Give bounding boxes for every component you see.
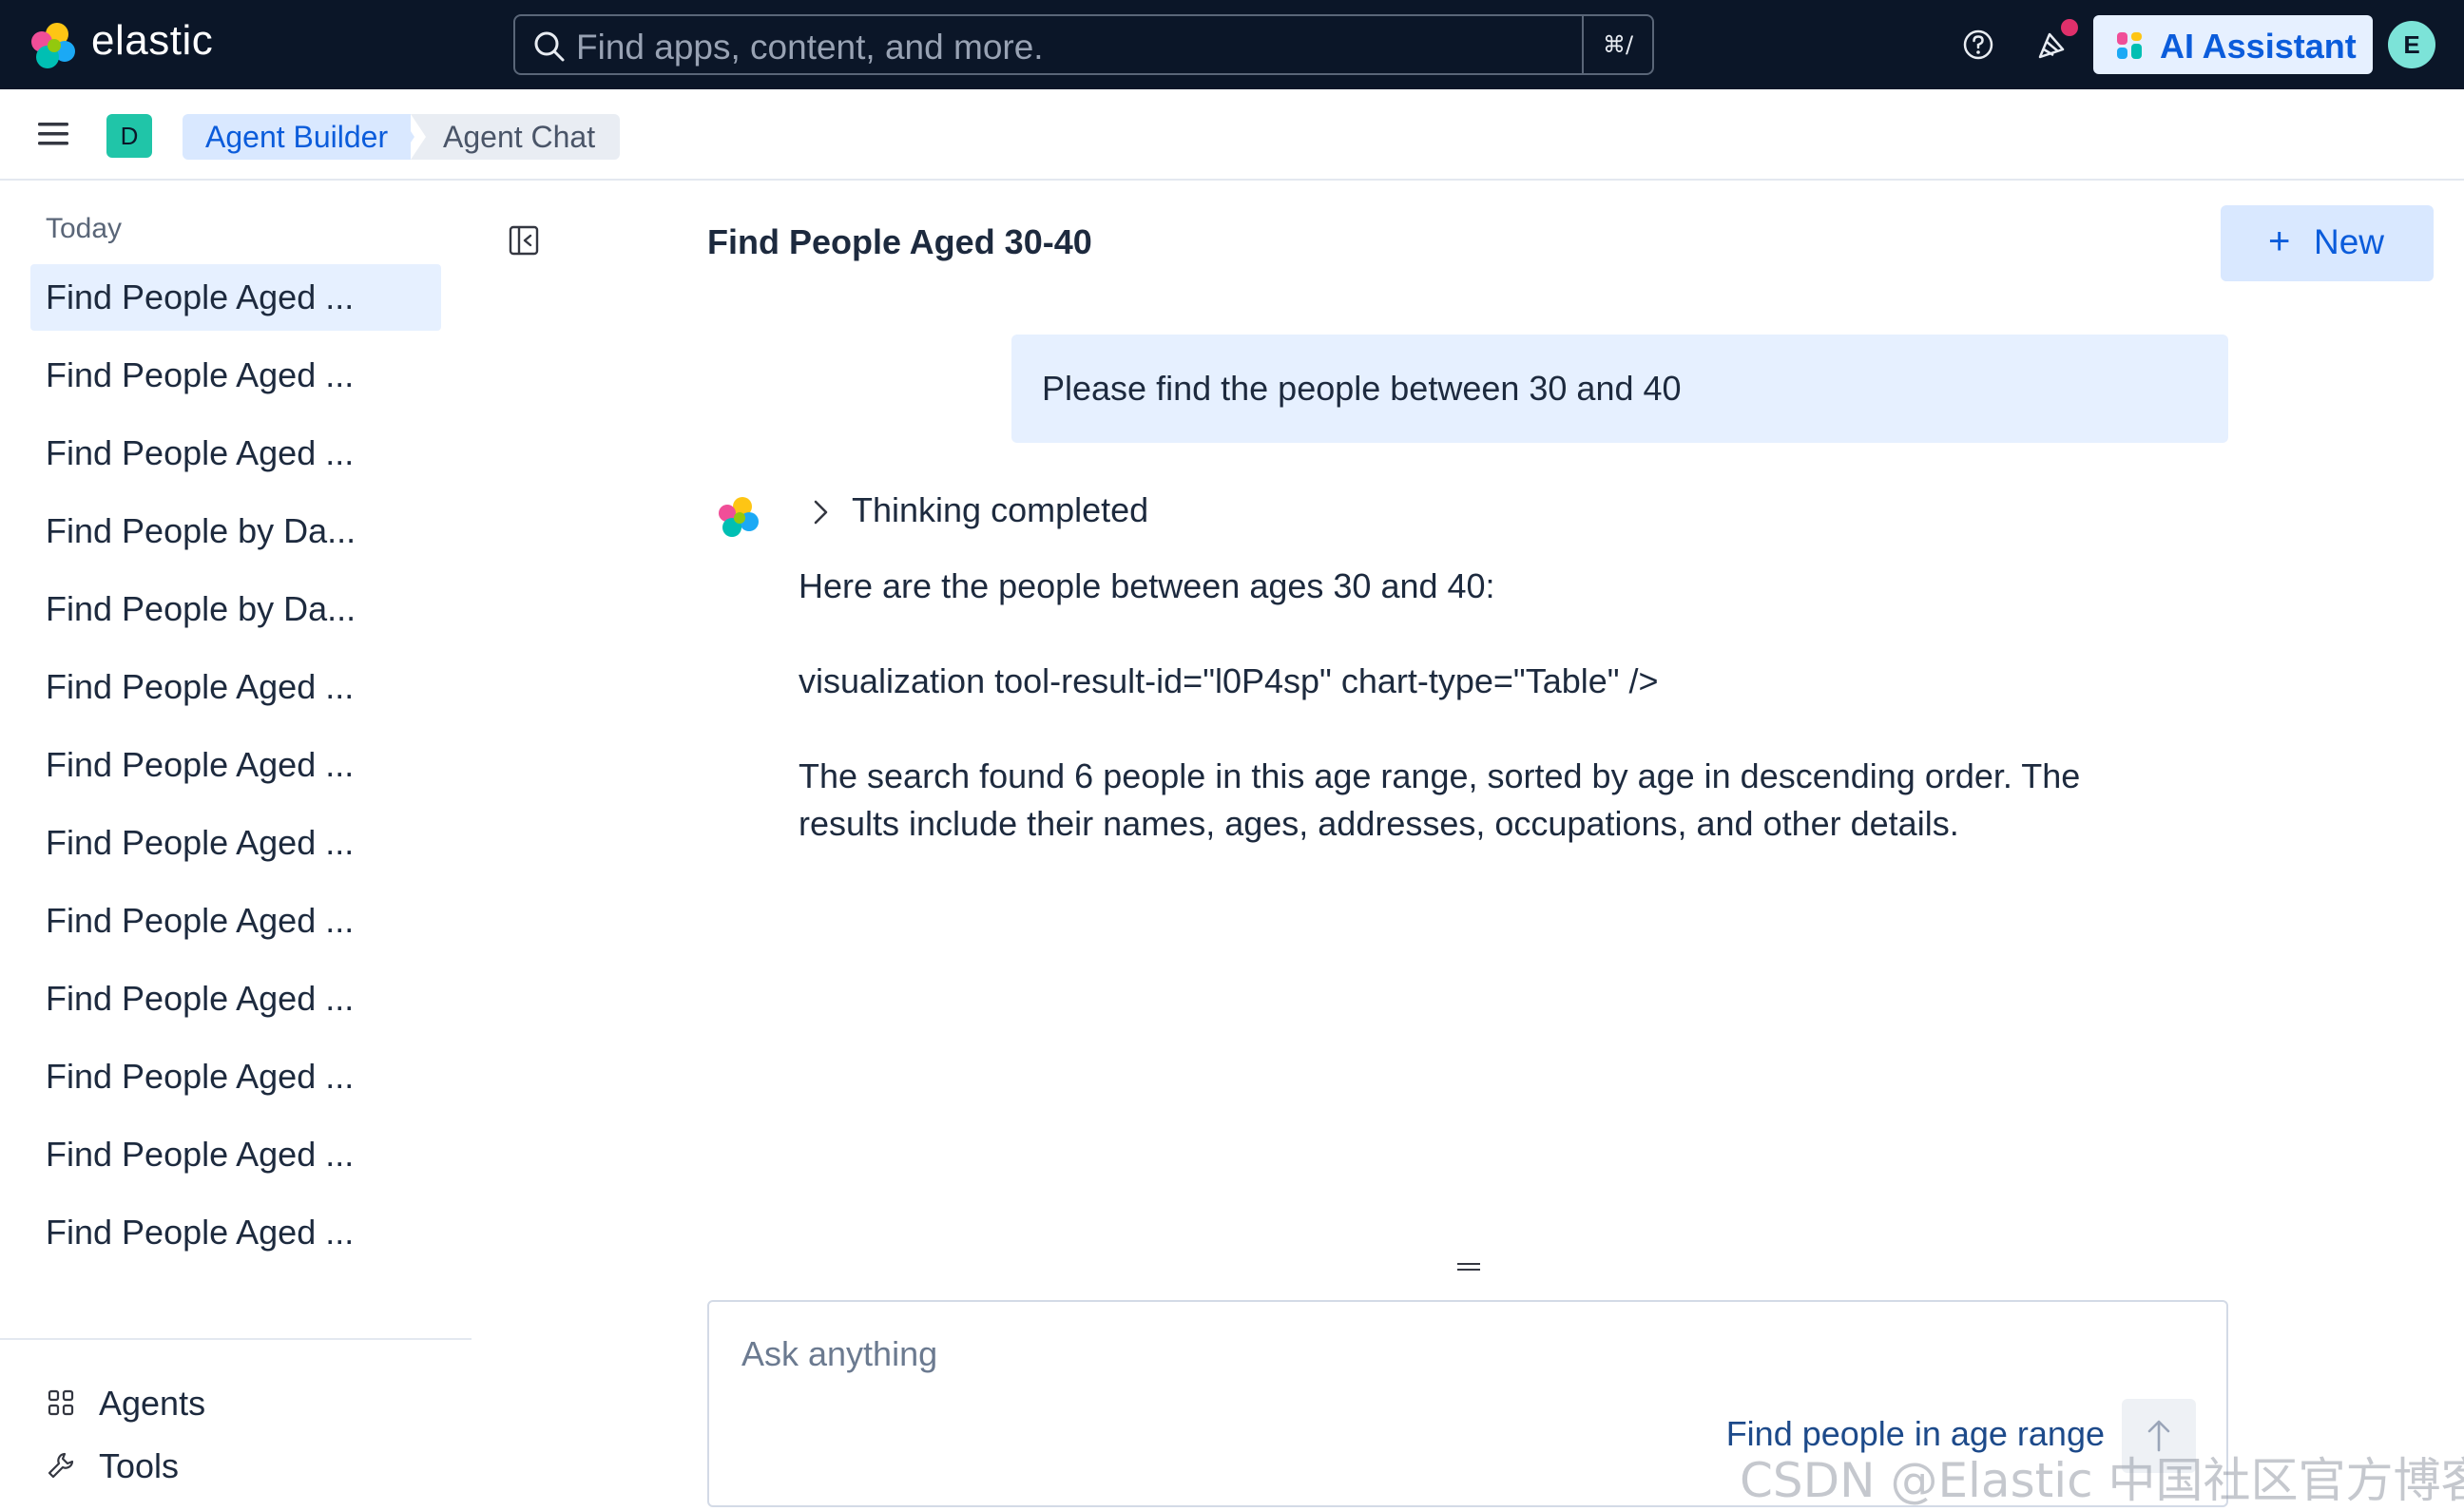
response-summary-line2: results include their names, ages, addre… [799, 804, 1959, 843]
response-summary-line1: The search found 6 people in this age ra… [799, 756, 2081, 795]
conversation-title: Find People Aged 30-40 [707, 222, 1092, 261]
conversation-item[interactable]: Find People Aged ... [30, 1199, 441, 1266]
conversation-sidebar: Today Find People Aged ... Find People A… [0, 182, 472, 1511]
conversation-item[interactable]: Find People by Da... [30, 576, 441, 642]
news-notification-dot [2061, 19, 2078, 36]
conversation-item[interactable]: Find People Aged ... [30, 966, 441, 1032]
chat-input-placeholder: Ask anything [741, 1334, 938, 1373]
conversation-item[interactable]: Find People Aged ... [30, 420, 441, 487]
conversation-item[interactable]: Find People Aged ... [30, 732, 441, 798]
response-visualization-tag: visualization tool-result-id="l0P4sp" ch… [799, 661, 1659, 700]
breadcrumb-agent-builder[interactable]: Agent Builder [183, 114, 412, 160]
conversation-item[interactable]: Find People Aged ... [30, 1043, 441, 1110]
sidebar-link-label: Agents [99, 1384, 206, 1423]
new-button-label: New [2314, 222, 2385, 261]
top-header: elastic Find apps, content, and more. ⌘/… [0, 0, 2464, 89]
elastic-logo-icon[interactable] [29, 21, 78, 70]
grid-icon [48, 1389, 74, 1416]
new-conversation-button[interactable]: + New [2221, 205, 2434, 281]
resize-handle-icon[interactable] [1456, 1262, 1481, 1272]
user-avatar[interactable]: E [2388, 21, 2435, 68]
sidebar-heading-today: Today [46, 213, 123, 244]
search-shortcut-badge: ⌘/ [1582, 16, 1652, 73]
breadcrumb-arrow [399, 114, 414, 160]
conversation-item[interactable]: Find People Aged ... [30, 810, 441, 876]
space-avatar[interactable]: D [106, 114, 152, 158]
ai-assistant-icon [2117, 32, 2142, 59]
search-placeholder: Find apps, content, and more. [576, 28, 1044, 67]
wrench-icon [48, 1452, 74, 1479]
watermark-text: CSDN @Elastic 中国社区官方博客 [1740, 1453, 2464, 1508]
brand-name[interactable]: elastic [91, 17, 213, 65]
search-icon [534, 31, 565, 62]
conversation-list: Find People Aged ... Find People Aged ..… [30, 264, 441, 1277]
breadcrumb-agent-chat: Agent Chat [411, 114, 620, 160]
ai-assistant-label: AI Assistant [2160, 27, 2357, 66]
hamburger-menu-icon[interactable] [36, 120, 70, 148]
plus-icon: + [2268, 220, 2291, 262]
collapse-sidebar-icon[interactable] [508, 224, 540, 257]
sidebar-link-label: Tools [99, 1446, 180, 1485]
thinking-toggle[interactable]: Thinking completed [852, 490, 1148, 530]
conversation-item[interactable]: Find People by Da... [30, 498, 441, 564]
user-message: Please find the people between 30 and 40 [1011, 335, 2228, 443]
ai-assistant-button[interactable]: AI Assistant [2093, 15, 2373, 74]
chevron-right-icon[interactable] [810, 498, 833, 526]
conversation-item[interactable]: Find People Aged ... [30, 264, 441, 331]
agent-avatar-icon [719, 497, 759, 537]
conversation-item[interactable]: Find People Aged ... [30, 342, 441, 409]
sidebar-divider [0, 1338, 472, 1340]
conversation-item[interactable]: Find People Aged ... [30, 1121, 441, 1188]
breadcrumb-bar: D Agent Builder Agent Chat [0, 89, 2464, 181]
conversation-item[interactable]: Find People Aged ... [30, 888, 441, 954]
response-intro: Here are the people between ages 30 and … [799, 566, 1495, 605]
conversation-item[interactable]: Find People Aged ... [30, 654, 441, 720]
help-icon[interactable] [1962, 29, 1994, 61]
global-search-input[interactable]: Find apps, content, and more. ⌘/ [513, 14, 1654, 75]
